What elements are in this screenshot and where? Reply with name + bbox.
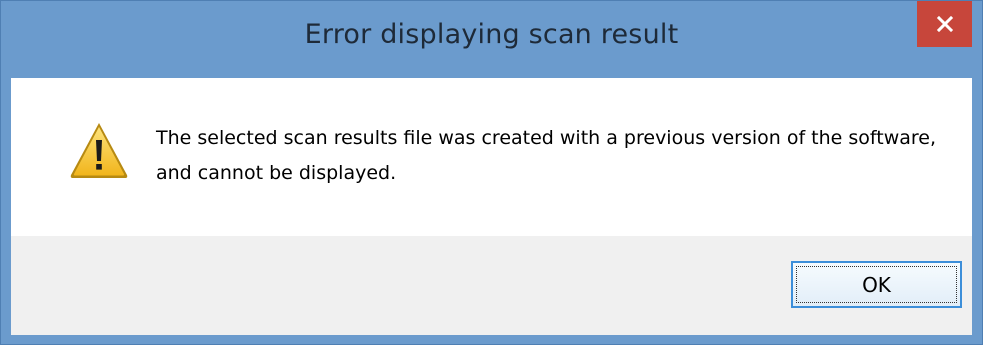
button-bar: OK <box>11 236 972 335</box>
error-message: The selected scan results file was creat… <box>156 127 937 184</box>
ok-button[interactable]: OK <box>791 261 962 308</box>
dialog-client-area: The selected scan results file was creat… <box>11 78 972 335</box>
close-icon <box>936 16 953 32</box>
dialog-window: Error displaying scan result The selecte… <box>0 0 983 345</box>
window-title: Error displaying scan result <box>304 19 679 50</box>
close-button[interactable] <box>917 1 972 47</box>
message-area: The selected scan results file was creat… <box>11 78 972 236</box>
ok-button-label: OK <box>862 272 891 297</box>
warning-icon <box>70 123 128 178</box>
title-bar[interactable]: Error displaying scan result <box>1 1 982 78</box>
